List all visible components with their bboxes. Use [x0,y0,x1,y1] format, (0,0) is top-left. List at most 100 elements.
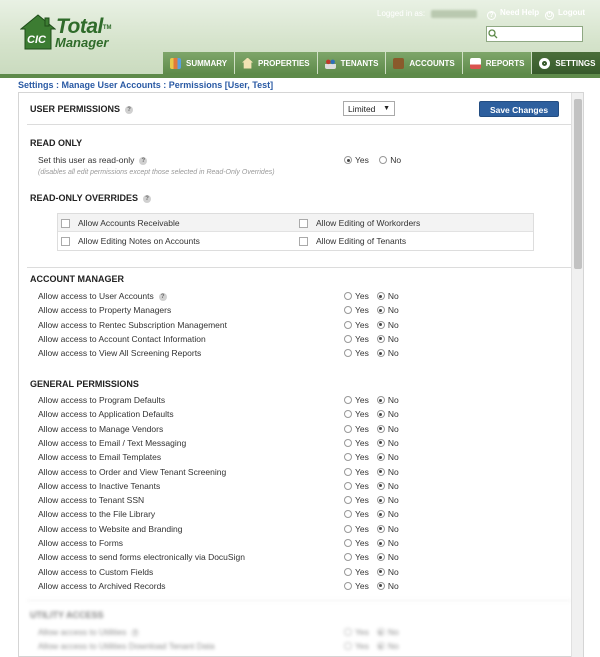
people-icon [324,57,336,69]
help-icon[interactable]: ? [143,195,152,203]
radio-no[interactable]: No [376,334,399,344]
logged-in-status: Logged in as: [377,9,478,18]
general-permissions-heading: GENERAL PERMISSIONS [30,379,139,389]
radio-yes[interactable]: Yes [344,538,369,548]
radio-no[interactable]: No [376,424,399,434]
nav-summary[interactable]: SUMMARY [163,52,235,74]
radio-yes[interactable]: Yes [344,320,369,330]
radio-no[interactable]: No [376,305,399,315]
radio-yes[interactable]: Yes [344,524,369,534]
search-icon[interactable] [486,26,500,42]
radio-yes[interactable]: Yes [344,509,369,519]
permission-radio-group: Yes No [344,348,399,358]
save-changes-button[interactable]: Save Changes [479,101,559,117]
permission-radio-group: Yes No [344,452,399,462]
radio-no[interactable]: No [376,452,399,462]
permission-row-label: Allow access to View All Screening Repor… [38,348,202,359]
radio-yes[interactable]: Yes [344,334,369,344]
nav-settings[interactable]: SETTINGS [532,52,600,74]
radio-no[interactable]: No [376,552,399,562]
account-manager-heading: ACCOUNT MANAGER [30,274,124,284]
radio-yes[interactable]: Yes [344,481,369,491]
checkbox[interactable] [299,218,308,228]
permission-row-label: Allow access to Utilities Download Tenan… [38,641,215,651]
radio-no[interactable]: No [379,155,401,165]
breadcrumb[interactable]: Settings : Manage User Accounts : Permis… [18,80,273,90]
radio-yes[interactable]: Yes [344,409,369,419]
permission-level-select[interactable]: Limited ▼ [343,101,395,116]
permission-row-label: Allow access to Program Defaults [38,395,166,405]
radio-yes[interactable]: Yes [344,348,369,358]
scrollbar[interactable] [571,93,583,657]
logo-word-2: Manager [55,35,109,50]
override-editing-tenants[interactable]: Allow Editing of Tenants [299,232,406,250]
help-icon[interactable]: ? [139,157,148,165]
scrollbar-thumb[interactable] [574,99,582,269]
permission-row-label: Allow access to Rentec Subscription Mana… [38,319,227,330]
help-icon[interactable]: ? [125,106,134,114]
radio-yes[interactable]: Yes [344,641,369,651]
checkbox[interactable] [61,236,70,246]
radio-no[interactable]: No [376,348,399,358]
nav-reports[interactable]: REPORTS [462,52,532,74]
radio-yes[interactable]: Yes [344,291,369,301]
radio-no[interactable]: No [376,320,399,330]
radio-no[interactable]: No [376,481,399,491]
radio-yes[interactable]: Yes [344,627,369,637]
radio-no[interactable]: No [376,291,399,301]
nav-accounts[interactable]: ACCOUNTS [386,52,462,74]
radio-yes[interactable]: Yes [344,467,369,477]
permission-row-label: Allow access to Order and View Tenant Sc… [38,466,227,477]
radio-yes[interactable]: Yes [344,424,369,434]
radio-yes[interactable]: Yes [344,552,369,562]
permission-radio-group: Yes No [344,305,399,315]
search-input[interactable] [486,26,583,42]
permission-radio-group: Yes No [344,495,399,505]
radio-no[interactable]: No [376,641,399,651]
help-icon[interactable]: ? [131,629,140,637]
gear-icon [539,57,551,69]
radio-no[interactable]: No [376,509,399,519]
radio-no[interactable]: No [376,538,399,548]
permissions-panel: USER PERMISSIONS? Limited ▼ Save Changes … [18,92,584,657]
checkbox[interactable] [61,218,70,228]
permission-row-label: Allow access to Archived Records [38,580,166,591]
radio-yes[interactable]: Yes [344,155,369,165]
radio-no[interactable]: No [376,627,399,637]
override-accounts-receivable[interactable]: Allow Accounts Receivable [61,214,180,232]
permission-radio-group: Yes No [344,291,399,301]
radio-yes[interactable]: Yes [344,581,369,591]
radio-no[interactable]: No [376,567,399,577]
divider [27,267,571,268]
need-help-link[interactable]: ? Need Help [487,8,539,20]
logo[interactable]: CIC TotalTM Manager [20,14,130,54]
permission-radio-group: Yes No [344,334,399,344]
radio-no[interactable]: No [376,438,399,448]
radio-yes[interactable]: Yes [344,495,369,505]
permission-row-label: Allow access to Forms [38,538,124,548]
radio-yes[interactable]: Yes [344,438,369,448]
nav-properties[interactable]: PROPERTIES [235,52,317,74]
read-only-note: (disables all edit permissions except th… [38,169,275,176]
radio-no[interactable]: No [376,581,399,591]
radio-no[interactable]: No [376,467,399,477]
permission-radio-group: Yes No [344,481,399,491]
radio-no[interactable]: No [376,395,399,405]
permission-row-label: Allow access to Manage Vendors [38,423,164,434]
checkbox[interactable] [299,236,308,246]
radio-yes[interactable]: Yes [344,452,369,462]
help-icon[interactable]: ? [158,293,167,301]
radio-yes[interactable]: Yes [344,305,369,315]
radio-yes[interactable]: Yes [344,395,369,405]
main-nav: SUMMARY PROPERTIES TENANTS ACCOUNTS REPO… [163,52,600,74]
radio-no[interactable]: No [376,409,399,419]
override-editing-notes[interactable]: Allow Editing Notes on Accounts [61,232,200,250]
override-editing-workorders[interactable]: Allow Editing of Workorders [299,214,420,232]
logout-link[interactable]: ⏻ Logout [545,8,585,20]
radio-yes[interactable]: Yes [344,567,369,577]
user-permissions-heading: USER PERMISSIONS? [30,104,134,114]
radio-no[interactable]: No [376,524,399,534]
radio-no[interactable]: No [376,495,399,505]
permission-radio-group: Yes No [344,524,399,534]
nav-tenants[interactable]: TENANTS [317,52,386,74]
